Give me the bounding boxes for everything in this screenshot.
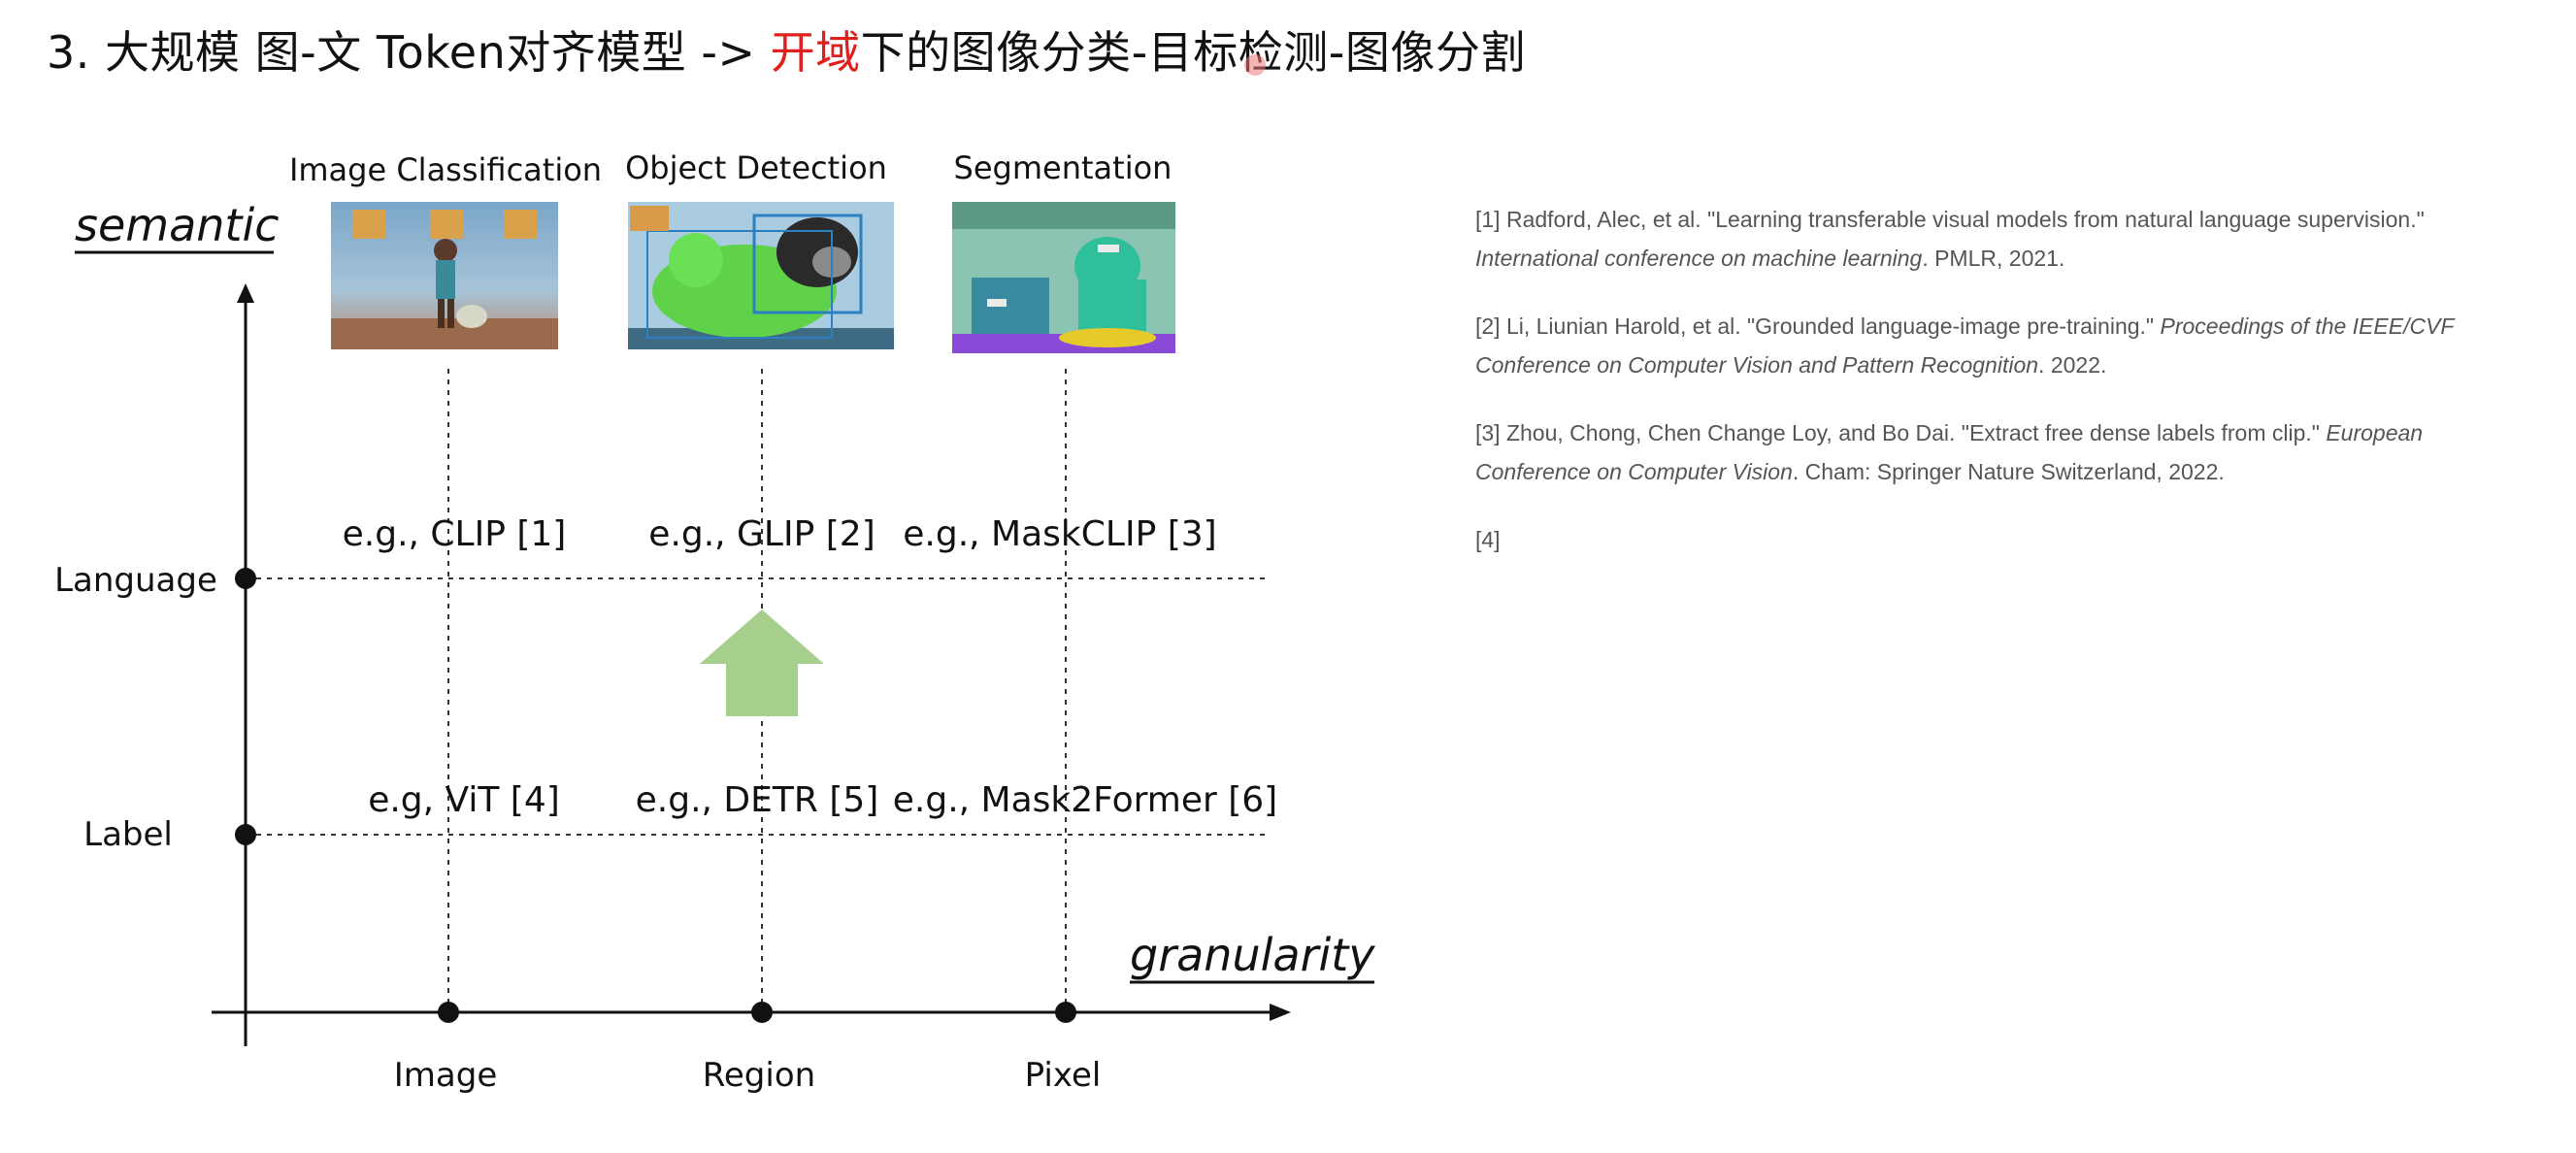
reference-item: [3] Zhou, Chong, Chen Change Loy, and Bo… [1475,413,2494,491]
row-label-label: Label [83,815,173,854]
reference-text: [2] Li, Liunian Harold, et al. "Grounded… [1475,313,2161,339]
reference-tail: . PMLR, 2021. [1922,246,2065,271]
example-label: e.g., DETR [5] [636,780,879,820]
example-label: e.g., GLIP [2] [648,514,875,554]
column-dot [438,1002,459,1023]
x-axis-arrowhead [1270,1004,1291,1021]
example-label: e.g., CLIP [1] [343,514,567,554]
row-dot [235,824,256,845]
x-axis-title: granularity [1130,929,1375,981]
column-label-region: Region [703,1056,815,1095]
y-axis-title: semantic [75,199,280,251]
task-header-object-detection: Object Detection [625,149,887,186]
column-label-image: Image [394,1056,497,1095]
task-header-image-classification: Image Classification [289,151,602,188]
reference-item: [2] Li, Liunian Harold, et al. "Grounded… [1475,307,2494,384]
reference-venue: International conference on machine lear… [1475,246,1923,271]
column-dot [751,1002,773,1023]
example-label: e.g, ViT [4] [368,780,560,820]
reference-item: [1] Radford, Alec, et al. "Learning tran… [1475,200,2494,278]
upward-arrow-icon [700,609,824,716]
row-dot [235,568,256,589]
reference-item: [4] [1475,520,2494,559]
column-dot [1055,1002,1076,1023]
reference-tail: . 2022. [2038,352,2107,378]
task-header-segmentation: Segmentation [954,149,1172,186]
example-label: e.g., MaskCLIP [3] [903,514,1216,554]
example-label: e.g., Mask2Former [6] [893,780,1277,820]
y-axis-arrowhead [237,283,254,303]
reference-text: [3] Zhou, Chong, Chen Change Loy, and Bo… [1475,420,2327,445]
reference-tail: . Cham: Springer Nature Switzerland, 202… [1792,459,2225,484]
reference-text: [1] Radford, Alec, et al. "Learning tran… [1475,207,2425,232]
references-list: [1] Radford, Alec, et al. "Learning tran… [1475,200,2494,588]
column-label-pixel: Pixel [1025,1056,1102,1095]
reference-text: [4] [1475,527,1501,552]
row-label-language: Language [54,561,217,600]
